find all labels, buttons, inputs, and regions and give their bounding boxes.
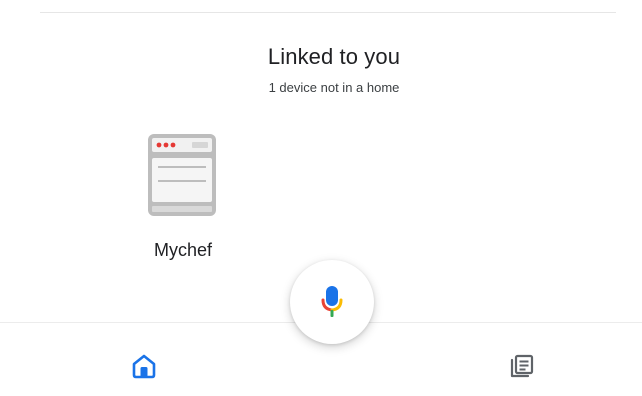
microphone-icon (321, 286, 343, 317)
nav-home[interactable] (124, 346, 164, 386)
device-tile-mychef[interactable]: Mychef (128, 126, 238, 266)
section-title: Linked to you (267, 44, 401, 69)
device-label: Mychef (153, 240, 213, 260)
nav-feed[interactable] (502, 346, 542, 386)
oven-icon (148, 134, 216, 216)
section-subtitle: 1 device not in a home (268, 80, 400, 95)
home-icon (132, 354, 156, 379)
voice-assistant-button[interactable] (290, 260, 374, 344)
top-divider (40, 12, 616, 13)
feed-icon (510, 354, 534, 378)
